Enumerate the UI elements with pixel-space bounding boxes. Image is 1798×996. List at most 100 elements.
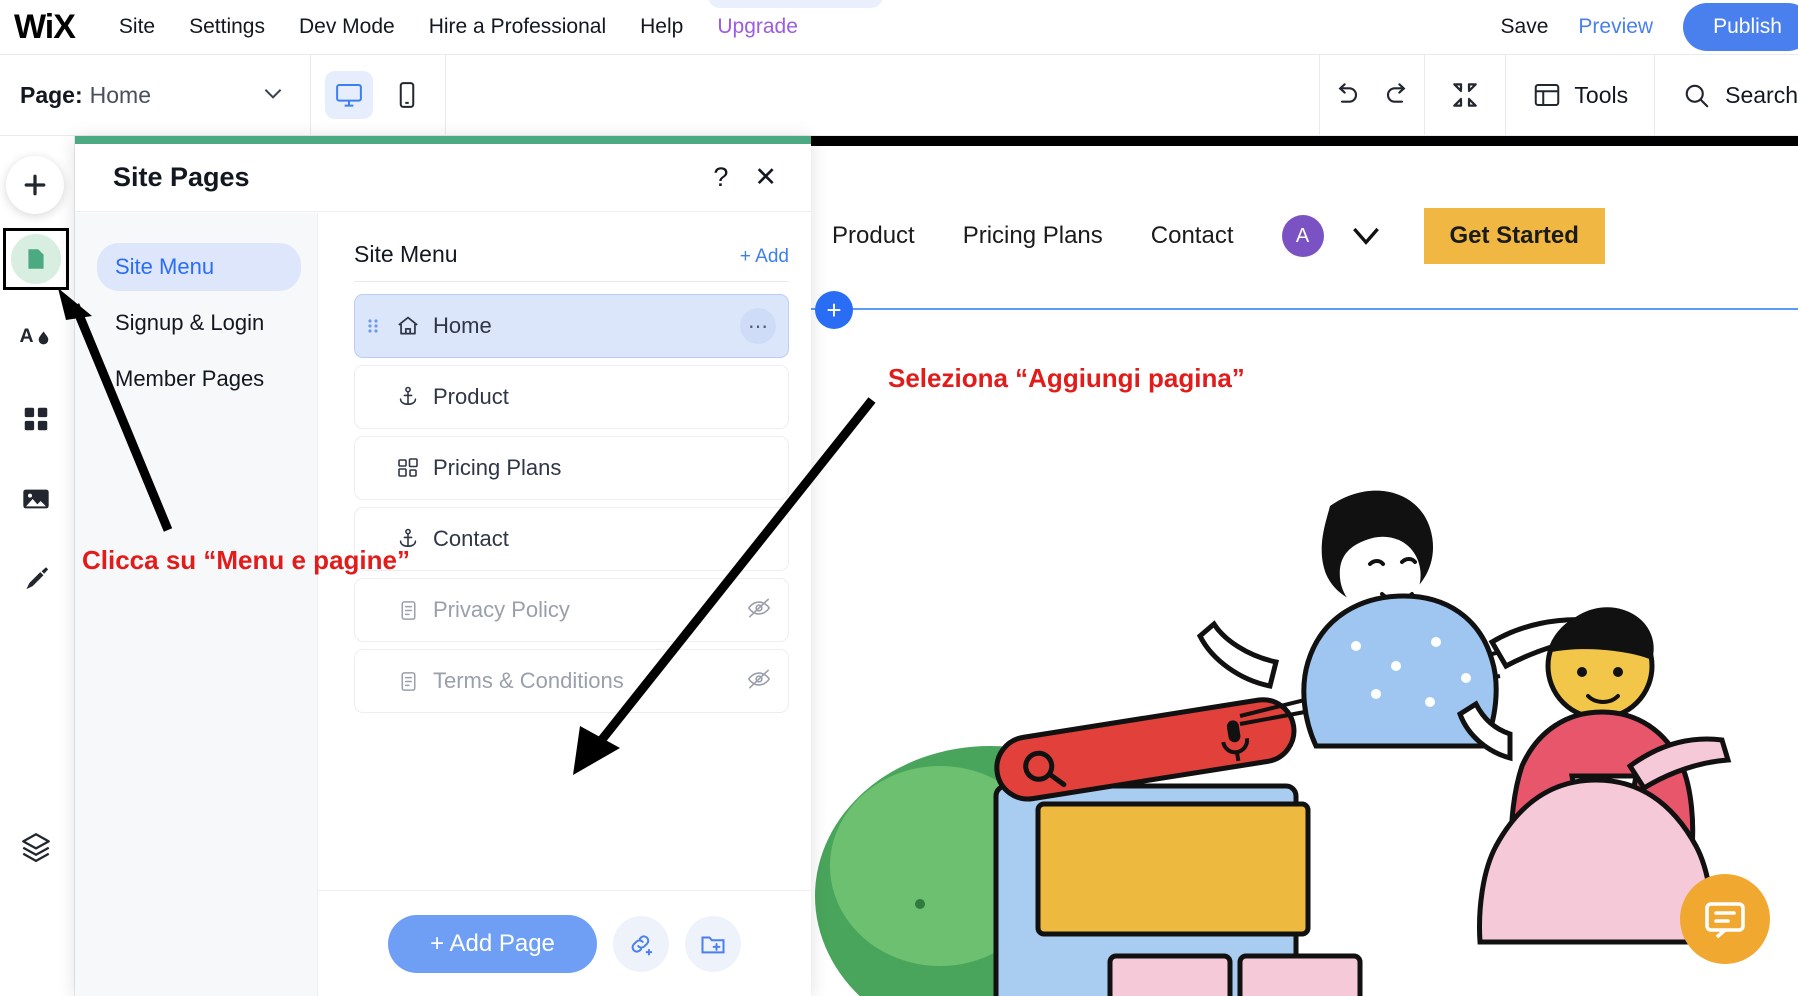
site-nav-pricing-plans[interactable]: Pricing Plans: [963, 222, 1103, 250]
site-nav-product[interactable]: Product: [832, 222, 915, 250]
divider: [445, 55, 446, 136]
grid-icon: [395, 456, 421, 480]
panel-accent-bar: [75, 136, 811, 144]
home-icon: [395, 313, 421, 339]
drag-handle-icon[interactable]: [367, 316, 379, 336]
document-icon: [395, 670, 421, 693]
desktop-view-button[interactable]: [325, 71, 373, 119]
site-nav-contact[interactable]: Contact: [1151, 222, 1234, 250]
wix-logo[interactable]: WiX: [14, 10, 75, 44]
add-elements-button[interactable]: [6, 156, 64, 214]
add-section-button[interactable]: +: [815, 291, 853, 329]
section-title: Site Menu: [354, 241, 458, 268]
page-title: Site Pages: [113, 162, 250, 193]
row-more-button[interactable]: ⋯: [740, 308, 776, 344]
mobile-view-button[interactable]: [383, 71, 431, 119]
panel-footer: + Add Page: [318, 890, 811, 996]
save-button[interactable]: Save: [1501, 15, 1549, 39]
svg-text:A: A: [20, 325, 34, 347]
add-folder-button[interactable]: [685, 916, 741, 972]
section-divider-line: [810, 308, 1798, 310]
menu-item-upgrade[interactable]: Upgrade: [717, 15, 798, 39]
sidebar-item-media[interactable]: [3, 468, 69, 530]
undo-icon[interactable]: [1320, 69, 1372, 121]
panel-header: Site Pages ? ✕: [75, 144, 811, 212]
publish-button[interactable]: Publish: [1683, 3, 1798, 51]
sidebar-item-my-designs[interactable]: [3, 548, 69, 610]
plus-icon: [20, 170, 50, 200]
table-row[interactable]: Contact: [354, 507, 789, 571]
preview-button[interactable]: Preview: [1578, 15, 1653, 39]
view-mode-switch: [311, 71, 445, 119]
list-item-label: Home: [433, 313, 492, 339]
tools-label: Tools: [1574, 82, 1628, 109]
page-selector[interactable]: Page: Home: [0, 80, 310, 111]
panel-main-header: Site Menu + Add: [318, 213, 811, 268]
pages-glyph: [23, 246, 49, 272]
sidebar-item-app-market[interactable]: [3, 388, 69, 450]
sidebar-item-site-menu[interactable]: Site Menu: [97, 243, 301, 291]
eye-off-icon[interactable]: [746, 595, 772, 626]
page-selector-label: Page:: [20, 82, 83, 109]
chat-icon: [1701, 895, 1749, 943]
panel-body: Site Menu Signup & Login Member Pages Si…: [75, 213, 811, 996]
page-selector-value: Home: [90, 82, 151, 109]
editor-toolbar: Page: Home: [0, 55, 1798, 136]
list-item-label: Privacy Policy: [433, 597, 570, 623]
sidebar-item-layers[interactable]: [3, 816, 69, 878]
search-label: Search: [1725, 82, 1798, 109]
undo-redo-group: [1320, 55, 1424, 136]
eye-off-icon[interactable]: [746, 666, 772, 697]
annotation-click-menu-pages: Clicca su “Menu e pagine”: [82, 545, 410, 576]
close-icon[interactable]: ✕: [754, 164, 777, 191]
site-preview-canvas: Product Pricing Plans Contact A Get Star…: [810, 136, 1798, 996]
page-list: Home ⋯ Product: [354, 294, 789, 713]
add-link-button[interactable]: [613, 916, 669, 972]
table-row[interactable]: Pricing Plans: [354, 436, 789, 500]
table-row[interactable]: Privacy Policy: [354, 578, 789, 642]
search-icon: [1681, 80, 1711, 110]
get-started-button[interactable]: Get Started: [1424, 208, 1605, 264]
chevron-down-icon[interactable]: [1346, 214, 1386, 259]
add-menu-item-link[interactable]: + Add: [740, 246, 789, 268]
menu-item-hire-a-professional[interactable]: Hire a Professional: [429, 15, 606, 39]
help-icon[interactable]: ?: [713, 164, 728, 191]
sidebar-item-member-pages[interactable]: Member Pages: [97, 355, 301, 403]
menu-item-settings[interactable]: Settings: [189, 15, 265, 39]
zoom-out-icon[interactable]: [1425, 69, 1505, 121]
sidebar-item-site-pages[interactable]: [3, 228, 69, 290]
top-bar-actions: Save Preview Publish: [1501, 3, 1798, 51]
image-icon: [20, 483, 52, 515]
tools-button[interactable]: Tools: [1506, 80, 1654, 110]
top-menu: Site Settings Dev Mode Hire a Profession…: [119, 15, 798, 39]
redo-icon[interactable]: [1372, 69, 1424, 121]
left-tool-rail: A: [0, 136, 75, 996]
upgrade-tab-indicator: [708, 0, 883, 8]
menu-item-help[interactable]: Help: [640, 15, 683, 39]
hero-illustration: [810, 466, 1798, 996]
list-item-label: Product: [433, 384, 509, 410]
panel-main: Site Menu + Add: [318, 213, 811, 996]
sidebar-item-site-theme[interactable]: A: [3, 308, 69, 370]
chat-button[interactable]: [1680, 874, 1770, 964]
site-header-nav: Product Pricing Plans Contact A Get Star…: [810, 191, 1798, 281]
list-item-label: Terms & Conditions: [433, 668, 624, 694]
add-link-icon: [627, 930, 655, 958]
panel-sidebar: Site Menu Signup & Login Member Pages: [75, 213, 318, 996]
menu-item-site[interactable]: Site: [119, 15, 155, 39]
sidebar-item-signup-login[interactable]: Signup & Login: [97, 299, 301, 347]
divider: [354, 281, 789, 282]
table-row[interactable]: Home ⋯: [354, 294, 789, 358]
chevron-down-icon: [260, 80, 286, 111]
add-folder-icon: [699, 930, 727, 958]
table-row[interactable]: Product: [354, 365, 789, 429]
theme-icon: A: [18, 321, 54, 357]
add-page-button[interactable]: + Add Page: [388, 915, 597, 973]
avatar[interactable]: A: [1282, 215, 1324, 257]
list-item-label: Pricing Plans: [433, 455, 561, 481]
menu-item-dev-mode[interactable]: Dev Mode: [299, 15, 395, 39]
apps-icon: [21, 404, 51, 434]
search-button[interactable]: Search: [1655, 80, 1798, 110]
table-row[interactable]: Terms & Conditions: [354, 649, 789, 713]
site-top-strip: [810, 136, 1798, 146]
